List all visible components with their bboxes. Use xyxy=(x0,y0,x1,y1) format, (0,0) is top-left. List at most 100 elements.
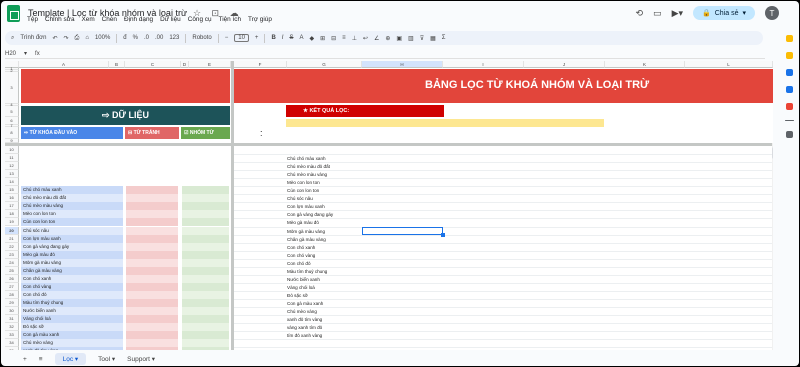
exclude-word-cell[interactable] xyxy=(126,323,178,332)
maps-icon[interactable] xyxy=(785,103,793,110)
wrap-icon[interactable]: ↩ xyxy=(363,35,368,42)
row-header[interactable]: 32 xyxy=(5,323,19,332)
column-header[interactable]: C xyxy=(125,61,181,68)
font-select[interactable]: Roboto xyxy=(192,35,211,41)
row-header[interactable]: 22 xyxy=(5,242,19,251)
row-header[interactable]: 24 xyxy=(5,258,19,267)
exclude-word-cell[interactable] xyxy=(126,266,178,275)
exclude-word-cell[interactable] xyxy=(126,186,178,195)
currency-button[interactable]: đ xyxy=(123,35,126,41)
row-header[interactable]: 20 xyxy=(5,226,19,235)
exclude-word-cell[interactable] xyxy=(126,307,178,316)
exclude-word-cell[interactable] xyxy=(126,194,178,203)
input-keyword-cell[interactable]: Chú mèo vàng xyxy=(21,339,123,348)
exclude-word-cell[interactable] xyxy=(126,347,178,350)
increase-decimal-button[interactable]: .00 xyxy=(155,35,163,41)
row-header[interactable]: 13 xyxy=(5,170,19,179)
exclude-word-cell[interactable] xyxy=(126,234,178,243)
input-keyword-cell[interactable]: Con chó xanh xyxy=(21,274,123,283)
column-header[interactable]: K xyxy=(605,61,685,68)
row-header[interactable]: 5 xyxy=(5,106,19,117)
row-header[interactable]: 14 xyxy=(5,178,19,187)
group-word-cell[interactable] xyxy=(182,315,229,324)
vertical-scrollbar[interactable] xyxy=(772,143,773,350)
link-icon[interactable]: ⊕ xyxy=(385,35,390,42)
row-header[interactable]: 29 xyxy=(5,298,19,307)
row-header[interactable]: 12 xyxy=(5,162,19,171)
group-word-cell[interactable] xyxy=(182,339,229,348)
number-format-button[interactable]: 123 xyxy=(169,35,179,41)
column-header[interactable]: B xyxy=(109,61,125,68)
group-word-cell[interactable] xyxy=(182,331,229,340)
history-icon[interactable]: ⟲ xyxy=(636,8,644,19)
input-keyword-cell[interactable]: Mỏm gà màu vàng xyxy=(21,258,123,267)
rotate-icon[interactable]: ∠ xyxy=(374,35,379,42)
contacts-icon[interactable] xyxy=(785,86,793,93)
row-header[interactable]: 26 xyxy=(5,274,19,283)
column-header[interactable]: L xyxy=(685,61,773,68)
row-header[interactable]: 15 xyxy=(5,186,19,195)
input-keyword-cell[interactable]: Nước biển xanh xyxy=(21,307,123,316)
row-header[interactable]: 27 xyxy=(5,282,19,291)
row-header[interactable]: 18 xyxy=(5,210,19,219)
group-word-cell[interactable] xyxy=(182,347,229,350)
exclude-word-cell[interactable] xyxy=(126,331,178,340)
merge-icon[interactable]: ⊟ xyxy=(331,35,336,42)
column-header[interactable]: I xyxy=(443,61,524,68)
input-keyword-cell[interactable]: Chú mèo màu vàng xyxy=(21,202,123,211)
input-keyword-cell[interactable]: Màu tím thuỷ chung xyxy=(21,298,123,307)
group-word-cell[interactable] xyxy=(182,226,229,235)
group-word-cell[interactable] xyxy=(182,210,229,219)
exclude-word-cell[interactable] xyxy=(126,290,178,299)
keep-icon[interactable] xyxy=(785,52,793,59)
all-sheets-button[interactable]: ≡ xyxy=(39,356,43,363)
exclude-word-cell[interactable] xyxy=(126,210,178,219)
sheet-tab[interactable]: Lọc ▾ xyxy=(54,353,87,365)
row-header[interactable]: 25 xyxy=(5,266,19,275)
sheets-logo-icon[interactable] xyxy=(7,4,20,22)
meet-icon[interactable]: ▶▾ xyxy=(672,8,683,19)
add-sheet-button[interactable]: + xyxy=(23,356,27,363)
group-word-cell[interactable] xyxy=(182,234,229,243)
borders-icon[interactable]: ⊞ xyxy=(320,35,325,42)
italic-icon[interactable]: I xyxy=(282,35,284,41)
font-size-decrease-button[interactable]: − xyxy=(225,35,229,41)
group-word-cell[interactable] xyxy=(182,323,229,332)
row-header[interactable]: 11 xyxy=(5,154,19,163)
column-header[interactable]: F xyxy=(234,61,287,68)
input-keyword-cell[interactable]: Chân gà màu vàng xyxy=(21,266,123,275)
tasks-icon[interactable] xyxy=(785,69,793,76)
row-header[interactable]: 21 xyxy=(5,234,19,243)
menu-item[interactable]: Trợ giúp xyxy=(248,16,272,23)
group-word-cell[interactable] xyxy=(182,307,229,316)
fill-color-icon[interactable]: ◆ xyxy=(309,35,314,42)
exclude-word-cell[interactable] xyxy=(126,202,178,211)
chevron-down-icon[interactable]: ▾ xyxy=(24,50,27,57)
row-header[interactable]: 23 xyxy=(5,250,19,259)
sheet-tab[interactable]: Tool ▾ xyxy=(98,355,115,363)
percent-button[interactable]: % xyxy=(133,35,138,41)
input-keyword-cell[interactable]: Vàng chói loá xyxy=(21,315,123,324)
group-word-cell[interactable] xyxy=(182,218,229,227)
column-header[interactable]: G xyxy=(287,61,362,68)
row-header[interactable]: 35 xyxy=(5,347,19,350)
frozen-row-divider[interactable] xyxy=(5,143,773,146)
menu-item[interactable]: Tiện ích xyxy=(219,16,242,23)
exclude-word-cell[interactable] xyxy=(126,274,178,283)
exclude-word-cell[interactable] xyxy=(126,298,178,307)
row-header[interactable]: 19 xyxy=(5,218,19,227)
menu-item[interactable]: Tệp xyxy=(27,16,38,23)
menu-item[interactable]: Dữ liệu xyxy=(160,16,181,23)
name-box[interactable]: H20 xyxy=(5,51,16,57)
group-word-cell[interactable] xyxy=(182,282,229,291)
zoom-select[interactable]: 100% xyxy=(95,35,110,41)
input-keyword-cell[interactable]: Đỏ sặc sỡ xyxy=(21,323,123,332)
menu-item[interactable]: Xem xyxy=(82,16,95,23)
group-word-cell[interactable] xyxy=(182,258,229,267)
column-header[interactable]: A xyxy=(19,61,109,68)
row-header[interactable]: 17 xyxy=(5,202,19,211)
group-word-cell[interactable] xyxy=(182,242,229,251)
bold-icon[interactable]: B xyxy=(271,35,275,41)
exclude-word-cell[interactable] xyxy=(126,339,178,348)
filter-icon[interactable]: ⊽ xyxy=(420,35,424,42)
